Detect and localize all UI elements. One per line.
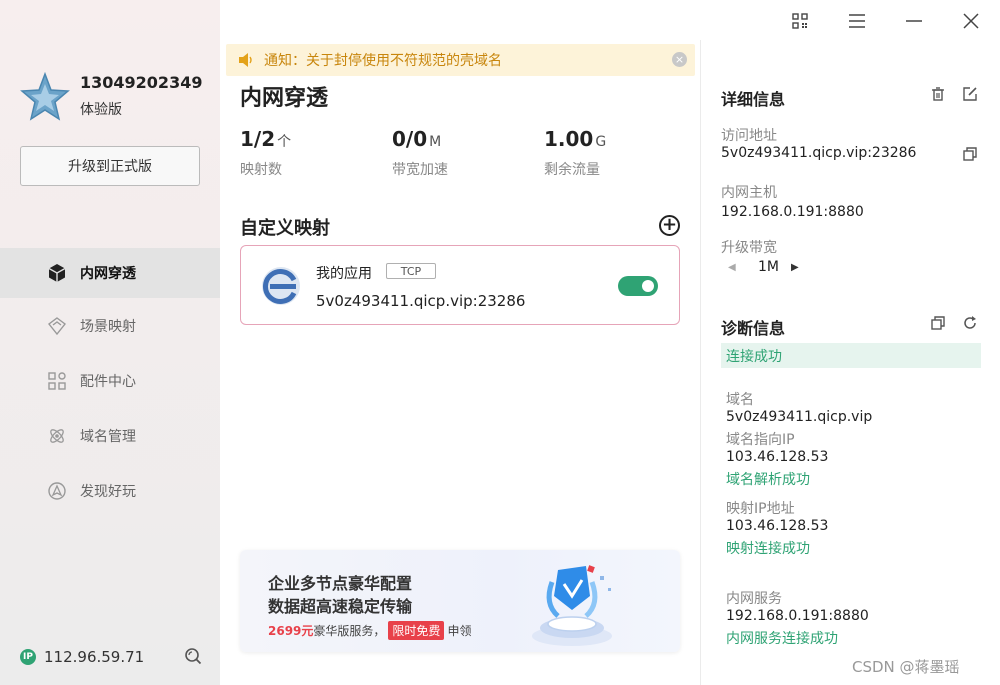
refresh-icon[interactable] [962, 315, 978, 331]
domain-label: 域名 [726, 392, 754, 408]
host-value: 192.168.0.191:8880 [721, 204, 864, 220]
stat-traffic: 1.00 G 剩余流量 [544, 127, 606, 179]
ip-search-icon[interactable] [184, 647, 202, 665]
menu-icon [849, 14, 865, 28]
promo-tag: 限时免费 [388, 621, 445, 640]
map-ip-value: 103.46.128.53 [726, 518, 829, 534]
promo-tail: 申领 [447, 624, 472, 638]
sidebar-item-label: 发现好玩 [80, 483, 136, 500]
speaker-icon [239, 53, 252, 67]
bandwidth-decrease-icon[interactable]: ◀ [728, 262, 742, 273]
mapping-toggle[interactable] [618, 276, 658, 296]
service-connect-status: 内网服务连接成功 [726, 631, 838, 647]
panel-divider [700, 40, 701, 685]
map-connect-status: 映射连接成功 [726, 541, 810, 557]
promo-price: 2699元 [268, 624, 314, 638]
mapping-domain: 5v0z493411.qicp.vip:23286 [316, 292, 526, 310]
atom-icon [46, 425, 68, 447]
qrcode-icon [792, 13, 808, 29]
promo-line1: 企业多节点豪华配置 [268, 574, 413, 593]
promo-mid: 豪华版服务， [313, 624, 386, 638]
sidebar-item-label: 场景映射 [80, 318, 136, 335]
section-title: 自定义映射 [240, 218, 330, 239]
stat-value: 1.00 [544, 127, 594, 151]
minimize-button[interactable] [901, 8, 927, 34]
copy-diagnosis-icon[interactable] [930, 315, 946, 331]
promo-line2: 数据超高速稳定传输 [268, 597, 413, 616]
sidebar-item-label: 域名管理 [80, 428, 136, 445]
notice-close-icon[interactable]: × [672, 52, 687, 67]
upgrade-button[interactable]: 升级到正式版 [20, 146, 200, 186]
cube-icon [46, 262, 68, 284]
close-button[interactable] [958, 8, 984, 34]
sidebar: 13049202349 体验版 升级到正式版 内网穿透 场景映射 配件中心 域名… [0, 0, 220, 685]
protocol-badge: TCP [386, 263, 436, 279]
scene-icon [46, 315, 68, 337]
sidebar-item-label: 配件中心 [80, 373, 136, 390]
stat-value: 1/2 [240, 127, 276, 151]
user-edition: 体验版 [80, 102, 122, 118]
ip-badge: IP [20, 649, 36, 665]
domain-ip-value: 103.46.128.53 [726, 449, 829, 465]
domain-ip-label: 域名指向IP [726, 432, 795, 448]
notice-text: 通知：关于封停使用不符规范的壳域名 [264, 53, 502, 69]
details-title: 详细信息 [721, 90, 786, 109]
grid-icon [46, 370, 68, 392]
ip-value: 112.96.59.71 [44, 648, 145, 666]
domain-resolve-status: 域名解析成功 [726, 472, 810, 488]
promo-banner[interactable]: 企业多节点豪华配置 数据超高速稳定传输 2699元 豪华版服务， 限时免费 申领 [240, 550, 680, 652]
compass-icon [46, 480, 68, 502]
sidebar-item-accessories[interactable]: 配件中心 [0, 353, 220, 408]
notice-bar[interactable]: 通知：关于封停使用不符规范的壳域名 × [226, 44, 695, 76]
delete-icon[interactable] [930, 86, 946, 102]
mapping-name: 我的应用 [316, 266, 372, 282]
sidebar-item-label: 内网穿透 [80, 266, 136, 282]
bandwidth-value: 1M [758, 259, 779, 275]
edit-icon[interactable] [962, 86, 978, 102]
bandwidth-label: 升级带宽 [721, 240, 777, 256]
stat-label: 带宽加速 [392, 162, 448, 178]
qrcode-button[interactable] [787, 8, 813, 34]
stat-unit: G [595, 134, 607, 150]
sidebar-item-nat[interactable]: 内网穿透 [0, 248, 220, 298]
sidebar-item-discover[interactable]: 发现好玩 [0, 463, 220, 518]
sidebar-item-domain[interactable]: 域名管理 [0, 408, 220, 463]
stat-unit: 个 [277, 134, 292, 150]
bandwidth-stepper[interactable]: ◀ 1M ▶ [728, 259, 805, 275]
service-value: 192.168.0.191:8880 [726, 608, 869, 624]
bandwidth-increase-icon[interactable]: ▶ [791, 262, 805, 273]
watermark: CSDN @蒋墨瑶 [852, 658, 960, 676]
minimize-icon [906, 20, 922, 22]
stat-mappings: 1/2 个 映射数 [240, 127, 291, 179]
sidebar-nav: 内网穿透 场景映射 配件中心 域名管理 发现好玩 [0, 248, 220, 518]
promo-illustration-icon [532, 565, 612, 646]
map-ip-label: 映射IP地址 [726, 501, 795, 517]
public-ip: IP 112.96.59.71 [20, 648, 144, 666]
user-phone: 13049202349 [80, 73, 203, 92]
stat-bandwidth: 0/0 M 带宽加速 [392, 127, 448, 179]
connection-status: 连接成功 [721, 343, 981, 368]
sidebar-item-scene[interactable]: 场景映射 [0, 298, 220, 353]
domain-value: 5v0z493411.qicp.vip [726, 409, 873, 425]
close-icon [963, 13, 979, 29]
menu-button[interactable] [844, 8, 870, 34]
page-title: 内网穿透 [240, 86, 329, 111]
stat-value: 0/0 [392, 127, 428, 151]
promo-line3: 2699元 豪华版服务， 限时免费 申领 [268, 621, 471, 640]
stat-unit: M [429, 134, 442, 150]
star-avatar-icon [20, 72, 70, 121]
service-label: 内网服务 [726, 591, 782, 607]
stat-label: 映射数 [240, 162, 282, 178]
mapping-card[interactable]: 我的应用 TCP 5v0z493411.qicp.vip:23286 [240, 245, 680, 325]
app-logo-icon [262, 267, 300, 305]
copy-icon[interactable] [962, 146, 978, 162]
add-mapping-button[interactable]: + [659, 215, 680, 236]
host-label: 内网主机 [721, 185, 777, 201]
access-address-value: 5v0z493411.qicp.vip:23286 [721, 145, 917, 161]
access-address-label: 访问地址 [721, 128, 777, 144]
diagnosis-title: 诊断信息 [721, 319, 786, 338]
stat-label: 剩余流量 [544, 162, 600, 178]
